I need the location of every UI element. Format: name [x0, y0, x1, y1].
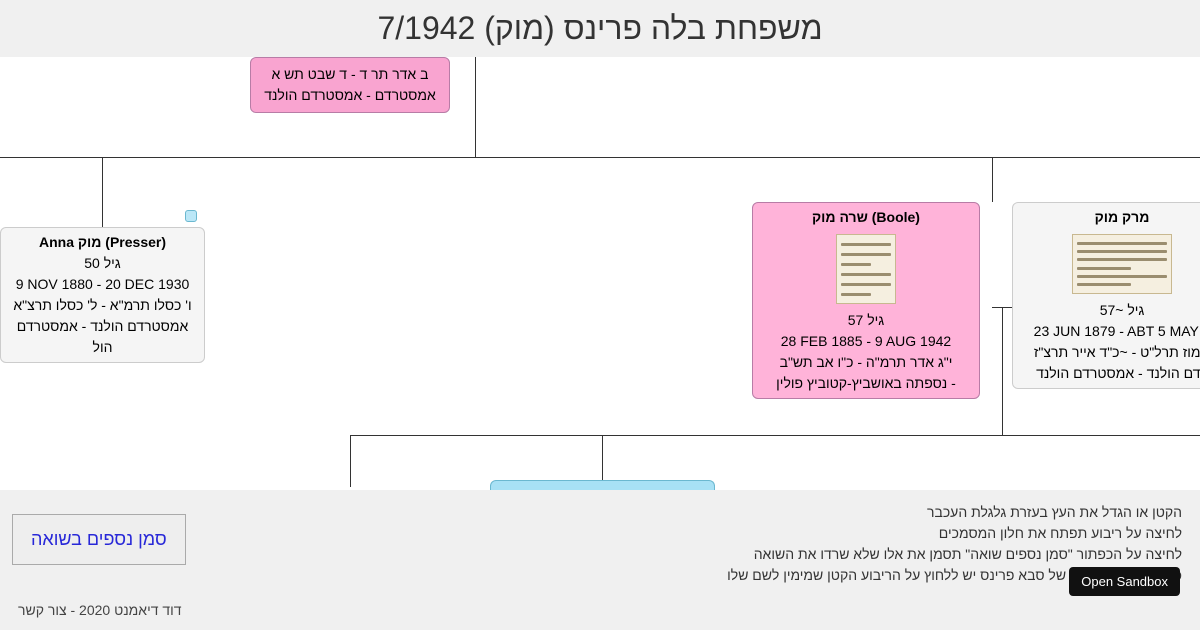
node-location: רדם הולנד - אמסטרדם הולנד	[1021, 363, 1200, 384]
node-name: Anna מוק (Presser)	[9, 232, 196, 253]
node-location: אמסטרדם הולנד - אמסטרדם הול	[9, 316, 196, 358]
tree-connector	[102, 157, 103, 227]
contact-link[interactable]: צור קשר	[18, 602, 67, 618]
person-node-anna[interactable]: Anna מוק (Presser) גיל 50 9 NOV 1880 - 2…	[0, 227, 205, 363]
mark-holocaust-button[interactable]: סמן נספים בשואה	[12, 514, 186, 565]
node-age: גיל 57	[761, 310, 971, 331]
node-hebrew-dates: י"ג אדר תרמ"ה - כ"ו אב תש"ב	[761, 352, 971, 373]
node-hebrew-dates: ו' כסלו תרמ"א - ל' כסלו תרצ"א	[9, 295, 196, 316]
node-dates: 23 JUN 1879 - ABT 5 MAY 1	[1021, 321, 1200, 342]
node-age: גיל ~57	[1021, 300, 1200, 321]
open-sandbox-button[interactable]: Open Sandbox	[1069, 567, 1180, 596]
node-hebrew-dates: תמוז תרל"ט - ~כ"ד אייר תרצ"ז	[1021, 342, 1200, 363]
tree-connector	[0, 157, 1200, 158]
node-name: שרה מוק (Boole)	[761, 207, 971, 228]
document-thumbnail	[836, 234, 896, 304]
person-node-marek[interactable]: מרק מוק גיל ~57 23 JUN 1879 - ABT 5 MAY …	[1012, 202, 1200, 389]
tree-connector	[602, 435, 603, 482]
page-title: משפחת בלה פרינס (מוק) 7/1942	[0, 0, 1200, 57]
tree-connector	[475, 92, 476, 157]
footer-credit: דוד דיאמנט 2020 - צור קשר	[18, 602, 182, 618]
node-dates: 28 FEB 1885 - 9 AUG 1942	[761, 331, 971, 352]
person-node-sarah[interactable]: שרה מוק (Boole) גיל 57 28 FEB 1885 - 9 A…	[752, 202, 980, 399]
node-name: מרק מוק	[1021, 207, 1200, 228]
bottom-panel: סמן נספים בשואה הקטן או הגדל את העץ בעזר…	[0, 490, 1200, 630]
tree-connector	[350, 435, 1200, 436]
node-location: נספתה באושביץ-קטוביץ פולין -	[761, 373, 971, 394]
document-thumbnail	[1072, 234, 1172, 294]
hint-text: הקטן או הגדל את העץ בעזרת גלגלת העכבר לח…	[18, 502, 1182, 586]
tree-connector	[1002, 307, 1003, 435]
tree-connector	[350, 435, 351, 487]
node-location: אמסטרדם - אמסטרדם הולנד	[255, 85, 445, 106]
expand-chip[interactable]	[185, 210, 197, 222]
ancestor-node[interactable]: ב אדר תר ד - ד שבט תש א אמסטרדם - אמסטרד…	[250, 57, 450, 113]
tree-connector	[992, 157, 993, 202]
tree-canvas[interactable]: ב אדר תר ד - ד שבט תש א אמסטרדם - אמסטרד…	[0, 57, 1200, 487]
node-dates: 9 NOV 1880 - 20 DEC 1930	[9, 274, 196, 295]
node-hebrew-dates: ב אדר תר ד - ד שבט תש א	[255, 64, 445, 85]
tree-connector	[475, 57, 476, 92]
node-age: גיל 50	[9, 253, 196, 274]
